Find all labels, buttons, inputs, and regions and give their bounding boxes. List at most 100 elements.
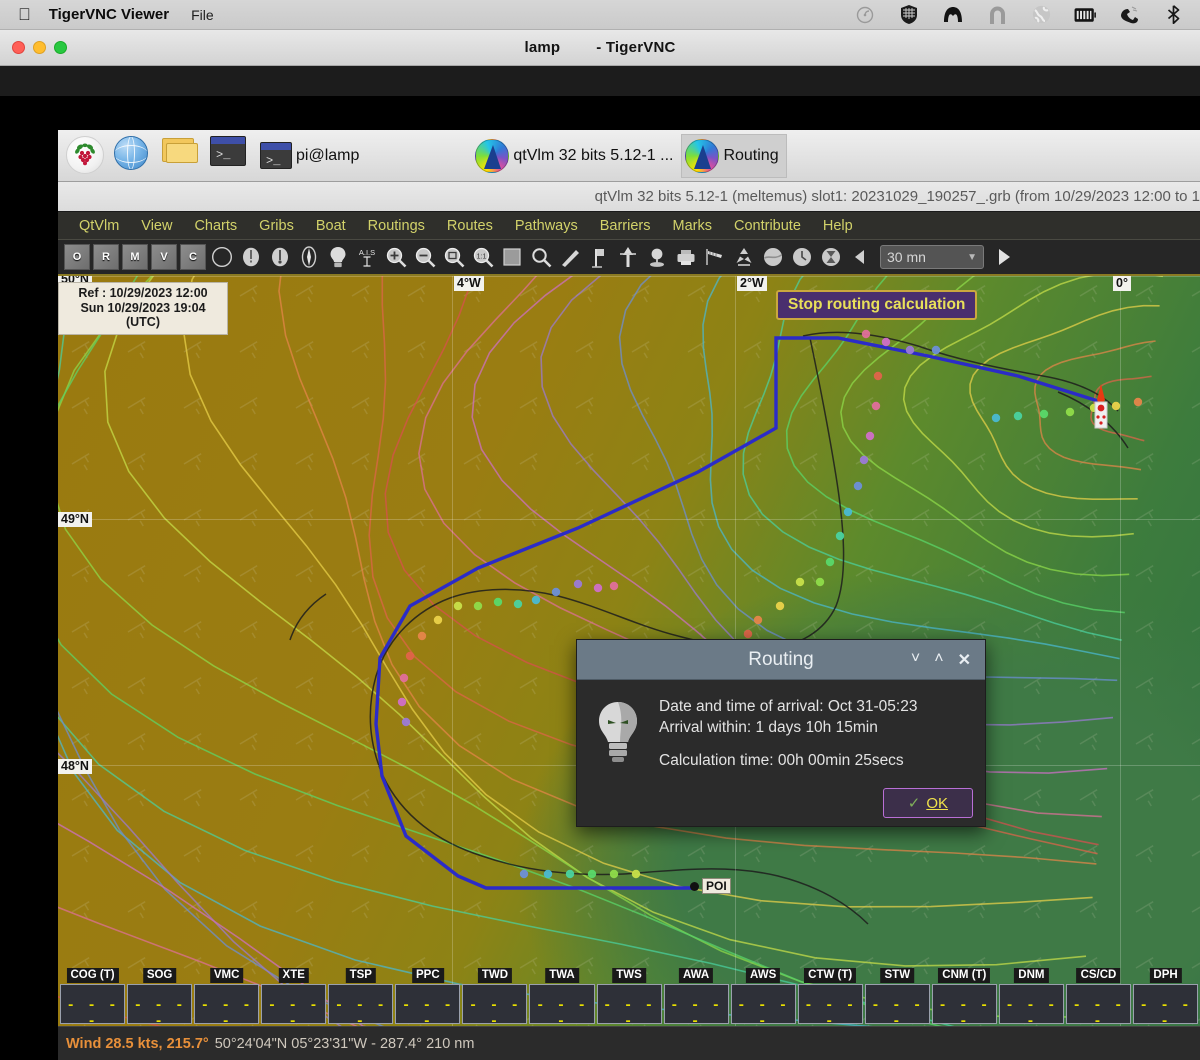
instrument-cell[interactable]: COG (T) - - - - <box>60 968 126 1030</box>
bluetooth-icon[interactable] <box>1162 5 1184 25</box>
wind-arrow-icon[interactable] <box>209 244 235 270</box>
buoy-icon[interactable] <box>644 244 670 270</box>
gribs-sphere-icon[interactable] <box>760 244 786 270</box>
status-bar: Wind 28.5 kts, 215.7° 50°24'04"N 05°23'3… <box>58 1026 1200 1060</box>
menu-routes[interactable]: Routes <box>436 218 504 234</box>
close-icon[interactable]: ✕ <box>958 650 971 670</box>
taskbar-window-label: Routing <box>723 146 779 164</box>
file-manager-launcher[interactable] <box>162 136 202 176</box>
step-forward-button[interactable] <box>991 244 1017 270</box>
instrument-cell[interactable]: AWS - - - - <box>730 968 796 1030</box>
chevron-down-icon[interactable]: ˅ <box>911 650 920 670</box>
menu-file[interactable]: File <box>191 7 214 23</box>
chart-layer-o-button[interactable]: O <box>64 244 90 270</box>
taskbar-window-routing[interactable]: Routing <box>681 133 787 178</box>
taskbar-window-label: pi@lamp <box>296 146 360 164</box>
instrument-cell[interactable]: DPH - - - - <box>1133 968 1199 1030</box>
print-icon[interactable] <box>673 244 699 270</box>
chevron-up-icon[interactable]: ˄ <box>934 650 943 670</box>
instrument-cell[interactable]: DNM - - - - <box>998 968 1064 1030</box>
stop-routing-calculation-button[interactable]: Stop routing calculation <box>776 290 978 320</box>
wifi-scan-icon[interactable] <box>854 5 876 25</box>
taskbar-window-terminal[interactable]: >_ pi@lamp <box>256 134 367 178</box>
menu-contribute[interactable]: Contribute <box>723 218 812 234</box>
instrument-cell[interactable]: STW - - - - <box>864 968 930 1030</box>
instrument-cell[interactable]: AWA - - - - <box>663 968 729 1030</box>
vnc-titlebar[interactable]: lamp - TigerVNC <box>0 30 1200 66</box>
poi-icon[interactable] <box>586 244 612 270</box>
instrument-cell[interactable]: TWS - - - - <box>596 968 662 1030</box>
malwarebytes-icon[interactable] <box>942 5 964 25</box>
hourglass-icon[interactable] <box>818 244 844 270</box>
apple-logo-icon[interactable]:  <box>18 6 31 23</box>
bulb-icon[interactable] <box>325 244 351 270</box>
menu-charts[interactable]: Charts <box>183 218 248 234</box>
map-canvas[interactable]: {} <box>58 276 1200 1036</box>
instrument-cell[interactable]: CNM (T) - - - - <box>931 968 997 1030</box>
rectangle-select-icon[interactable] <box>499 244 525 270</box>
boat-marker[interactable] <box>1088 384 1114 440</box>
instrument-cell[interactable]: CTW (T) - - - - <box>797 968 863 1030</box>
zoom-out-icon[interactable] <box>412 244 438 270</box>
clock-icon[interactable] <box>789 244 815 270</box>
menu-barriers[interactable]: Barriers <box>589 218 662 234</box>
battery-icon[interactable] <box>1074 5 1096 25</box>
instrument-cell[interactable]: TSP - - - - <box>328 968 394 1030</box>
compass-icon[interactable] <box>296 244 322 270</box>
zoom-area-icon[interactable] <box>528 244 554 270</box>
recycle-icon[interactable] <box>731 244 757 270</box>
macos-active-app-name: TigerVNC Viewer <box>36 6 169 23</box>
instrument-cell[interactable]: CS/CD - - - - <box>1065 968 1131 1030</box>
routing-dialog-text: Date and time of arrival: Oct 31-05:23 A… <box>659 696 917 818</box>
routing-dialog-titlebar[interactable]: Routing ˅ ˄ ✕ <box>577 640 985 680</box>
menu-view[interactable]: View <box>130 218 183 234</box>
instrument-cell-header: DNM <box>1014 968 1049 983</box>
pressure-icon[interactable] <box>238 244 264 270</box>
instrument-cell-header: PPC <box>412 968 444 983</box>
shield-icon[interactable] <box>898 5 920 25</box>
ok-button[interactable]: ✓ OK <box>882 788 973 818</box>
measure-icon[interactable] <box>557 244 583 270</box>
globe-icon[interactable] <box>1030 5 1052 25</box>
menu-gribs[interactable]: Gribs <box>248 218 305 234</box>
zoom-fit-icon[interactable] <box>441 244 467 270</box>
instrument-cell[interactable]: XTE - - - - <box>261 968 327 1030</box>
menu-help[interactable]: Help <box>812 218 864 234</box>
instrument-cell[interactable]: VMC - - - - <box>194 968 260 1030</box>
menu-qtvlm[interactable]: QtVlm <box>68 218 130 234</box>
zoom-scale-icon[interactable]: 1:1 <box>470 244 496 270</box>
menu-marks[interactable]: Marks <box>662 218 723 234</box>
windflag-icon[interactable] <box>702 244 728 270</box>
chart-layer-c-button[interactable]: C <box>180 244 206 270</box>
ais-icon[interactable]: A.I.S <box>354 244 380 270</box>
temperature-icon[interactable] <box>267 244 293 270</box>
instrument-cell-header: CS/CD <box>1076 968 1121 983</box>
chart-layer-m-button[interactable]: M <box>122 244 148 270</box>
instrument-cell[interactable]: TWA - - - - <box>529 968 595 1030</box>
web-browser-launcher[interactable] <box>114 135 154 176</box>
zoom-in-icon[interactable] <box>383 244 409 270</box>
macos-menubar:  TigerVNC Viewer File <box>0 0 1200 30</box>
chart-layer-v-button[interactable]: V <box>151 244 177 270</box>
svg-text:A.I.S: A.I.S <box>359 248 375 257</box>
time-step-select[interactable]: 30 mn ▼ <box>880 245 984 269</box>
raspberry-menu-button[interactable] <box>66 135 106 176</box>
calculation-time-line: Calculation time: 00h 00min 25secs <box>659 752 904 769</box>
instrument-cell[interactable]: SOG - - - - <box>127 968 193 1030</box>
terminal-launcher[interactable]: >_ <box>210 135 250 176</box>
phone-icon[interactable] <box>1118 5 1140 25</box>
time-step-value: 30 mn <box>887 249 926 265</box>
chart-layer-r-button[interactable]: R <box>93 244 119 270</box>
instrument-cell[interactable]: TWD - - - - <box>462 968 528 1030</box>
chevron-down-icon: ▼ <box>967 251 977 263</box>
menu-boat[interactable]: Boat <box>305 218 357 234</box>
menu-routings[interactable]: Routings <box>357 218 436 234</box>
boat-icon[interactable] <box>615 244 641 270</box>
taskbar-window-qtvlm[interactable]: qtVlm 32 bits 5.12-1 ... <box>471 134 681 178</box>
tunnelbear-icon[interactable] <box>986 5 1008 25</box>
grib-reference-box: Ref : 10/29/2023 12:00 Sun 10/29/2023 19… <box>58 282 228 335</box>
step-back-button[interactable] <box>847 244 873 270</box>
menu-pathways[interactable]: Pathways <box>504 218 589 234</box>
instrument-cell[interactable]: PPC - - - - <box>395 968 461 1030</box>
poi-marker[interactable] <box>690 882 699 891</box>
